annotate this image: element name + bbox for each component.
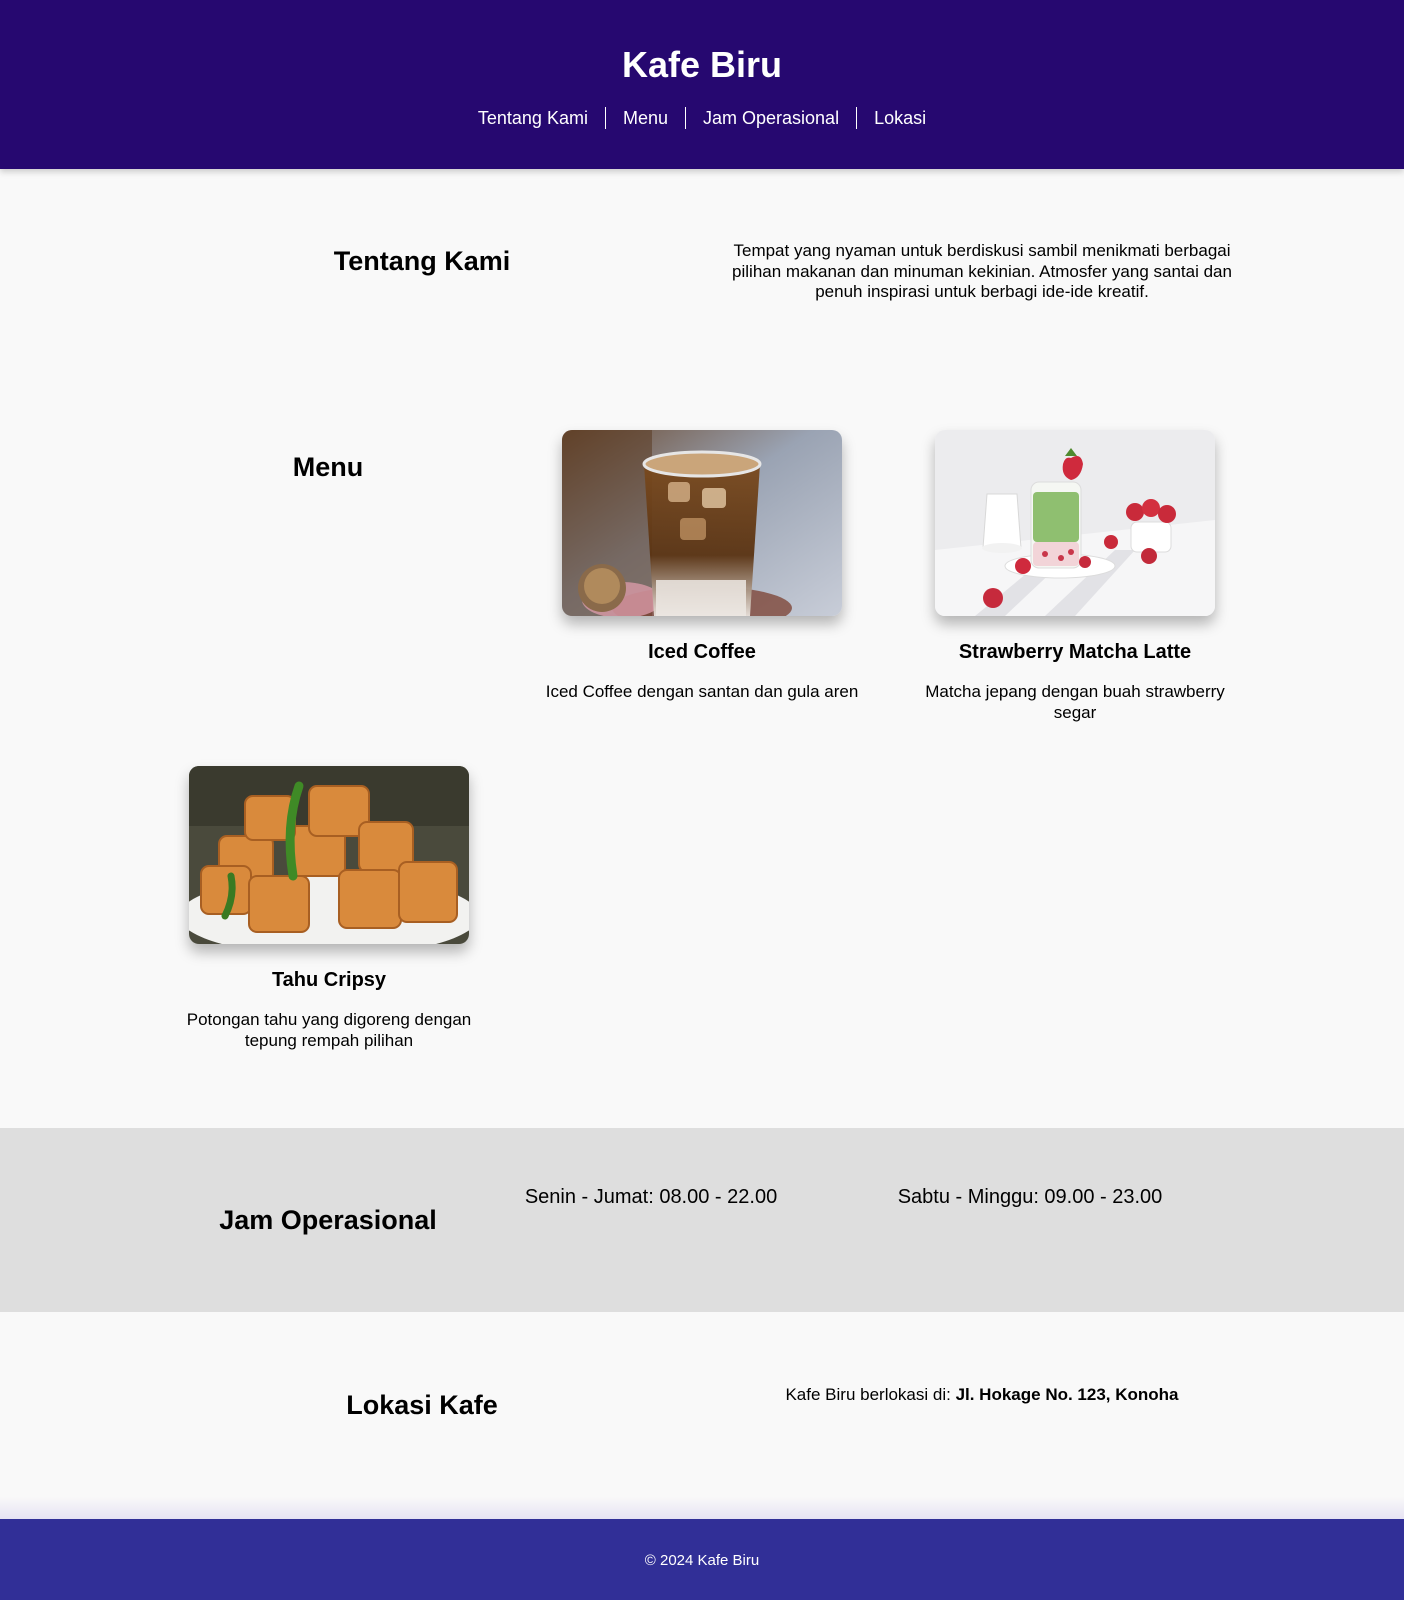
menu-item-name: Tahu Cripsy — [271, 969, 387, 991]
menu-card-strawberry-matcha: Strawberry Matcha Latte Matcha jepang de… — [905, 430, 1245, 723]
hours-heading: Jam Operasional — [219, 1205, 437, 1235]
nav-link-jam-operasional[interactable]: Jam Operasional — [686, 107, 858, 129]
location-heading: Lokasi Kafe — [346, 1390, 498, 1420]
nav-link-tentang-kami[interactable]: Tentang Kami — [461, 107, 606, 129]
menu-card-tahu-cripsy: Tahu Cripsy Potongan tahu yang digoreng … — [159, 766, 499, 1051]
about-text: Tempat yang nyaman untuk berdiskusi samb… — [732, 241, 1232, 301]
matcha-latte-photo — [935, 430, 1215, 616]
tahu-crispy-photo — [189, 766, 469, 944]
hours-weekday: Senin - Jumat: 08.00 - 22.00 — [524, 1186, 778, 1208]
menu-item-desc: Matcha jepang dengan buah strawberry seg… — [925, 682, 1225, 722]
footer-copyright: © 2024 Kafe Biru — [644, 1552, 760, 1569]
hours-weekend: Sabtu - Minggu: 09.00 - 23.00 — [897, 1186, 1163, 1208]
site-title: Kafe Biru — [621, 44, 783, 85]
site-header: Kafe Biru Tentang Kami Menu Jam Operasio… — [0, 0, 1404, 169]
about-heading: Tentang Kami — [333, 246, 511, 276]
menu-item-name: Strawberry Matcha Latte — [958, 641, 1192, 663]
location-text: Kafe Biru berlokasi di: Jl. Hokage No. 1… — [712, 1385, 1252, 1405]
menu-heading: Menu — [292, 452, 364, 482]
menu-item-desc: Iced Coffee dengan santan dan gula aren — [545, 682, 859, 701]
location-prefix: Kafe Biru berlokasi di: — [785, 1385, 956, 1404]
menu-item-name: Iced Coffee — [648, 641, 756, 663]
menu-item-desc: Potongan tahu yang digoreng dengan tepun… — [186, 1010, 472, 1050]
nav-link-menu[interactable]: Menu — [606, 107, 686, 129]
location-address: Jl. Hokage No. 123, Konoha — [955, 1385, 1179, 1404]
nav-link-lokasi[interactable]: Lokasi — [857, 107, 943, 129]
footer-shadow — [0, 1497, 1404, 1519]
iced-coffee-photo — [562, 430, 842, 616]
menu-card-iced-coffee: Iced Coffee Iced Coffee dengan santan da… — [532, 430, 872, 703]
main-nav: Tentang Kami Menu Jam Operasional Lokasi — [0, 107, 1404, 129]
